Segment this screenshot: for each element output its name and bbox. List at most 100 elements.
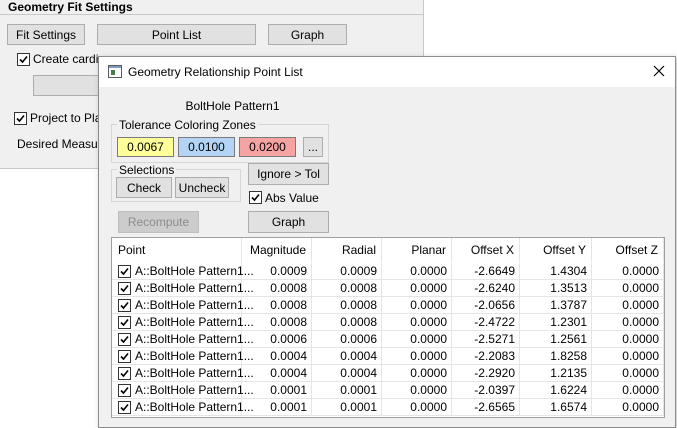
cell-offset-z: 0.0000 [592,314,664,331]
table-row[interactable]: A::BoltHole Pattern1... 0.0009 0.0009 0.000… [112,263,664,280]
cell-point: A::BoltHole Pattern1... [112,348,254,365]
table-row[interactable]: A::BoltHole Pattern1... 0.0008 0.0008 0.000… [112,280,664,297]
row-checkbox[interactable] [118,316,131,329]
cell-point: A::BoltHole Pattern1... [112,263,254,280]
divider [0,14,423,15]
cell-offset-z: 0.0000 [592,382,664,399]
cell-radial: 0.0004 [312,348,382,365]
recompute-button[interactable]: Recompute [118,211,199,233]
cell-offset-z: 0.0000 [592,365,664,382]
table-row[interactable]: A::BoltHole Pattern1... 0.0006 0.0006 0.000… [112,331,664,348]
point-name: A::BoltHole Pattern1... [135,349,254,363]
checkmark-icon [120,403,129,412]
create-cardin-label: Create cardin [33,52,106,66]
point-name: A::BoltHole Pattern1... [135,315,254,329]
column-header-planar[interactable]: Planar [382,238,452,262]
tolerance-zone-3[interactable]: 0.0200 [239,137,296,157]
graph-button[interactable]: Graph [268,24,347,45]
abs-value-checkbox[interactable] [249,191,262,204]
cell-magnitude: 0.0008 [242,280,312,297]
fit-settings-button[interactable]: Fit Settings [7,24,85,45]
point-list-dialog: Geometry Relationship Point List BoltHol… [98,56,676,428]
row-checkbox[interactable] [118,333,131,346]
column-header-offset-z[interactable]: Offset Z [592,238,664,262]
cell-offset-z: 0.0000 [592,399,664,416]
table-row[interactable]: A::BoltHole Pattern1... 0.0004 0.0004 0.000… [112,348,664,365]
cell-planar: 0.0000 [382,331,452,348]
table-row[interactable]: A::BoltHole Pattern1... 0.0008 0.0008 0.000… [112,297,664,314]
checkmark-icon [251,193,260,202]
row-checkbox[interactable] [118,299,131,312]
column-header-offset-x[interactable]: Offset X [452,238,520,262]
point-name: A::BoltHole Pattern1... [135,298,254,312]
cell-offset-z: 0.0000 [592,297,664,314]
title-bar: Geometry Relationship Point List [99,57,675,87]
cell-radial: 0.0008 [312,314,382,331]
point-name: A::BoltHole Pattern1... [135,281,254,295]
column-header-radial[interactable]: Radial [312,238,382,262]
table-row[interactable]: A::BoltHole Pattern1... 0.0008 0.0008 0.000… [112,314,664,331]
cell-point: A::BoltHole Pattern1... [112,297,254,314]
dialog-title: Geometry Relationship Point List [128,65,303,79]
column-header-magnitude[interactable]: Magnitude [242,238,312,262]
cell-offset-x: -2.6649 [452,263,520,280]
selections-group-label: Selections [117,163,177,177]
cell-offset-x: -2.2083 [452,348,520,365]
checkmark-icon [120,369,129,378]
table-row[interactable]: A::BoltHole Pattern1... 0.0001 0.0001 0.000… [112,399,664,416]
pattern-name: BoltHole Pattern1 [185,99,280,113]
cell-radial: 0.0008 [312,280,382,297]
table-row[interactable]: A::BoltHole Pattern1... 0.0004 0.0004 0.000… [112,365,664,382]
tolerance-zone-1[interactable]: 0.0067 [117,137,174,157]
cell-radial: 0.0006 [312,331,382,348]
close-icon[interactable] [653,65,665,77]
point-name: A::BoltHole Pattern1... [135,383,254,397]
graph-button[interactable]: Graph [248,211,329,233]
tolerance-zone-2[interactable]: 0.0100 [178,137,235,157]
row-checkbox[interactable] [118,367,131,380]
cell-radial: 0.0001 [312,399,382,416]
checkmark-icon [120,352,129,361]
checkmark-icon [120,318,129,327]
cell-offset-x: -2.5271 [452,331,520,348]
cell-planar: 0.0000 [382,348,452,365]
row-checkbox[interactable] [118,401,131,414]
cell-offset-z: 0.0000 [592,348,664,365]
cell-planar: 0.0000 [382,382,452,399]
tolerance-more-button[interactable]: ... [303,137,323,157]
project-to-plan-label: Project to Plan [30,111,109,125]
check-button[interactable]: Check [116,177,172,198]
unlabeled-button[interactable] [33,75,103,96]
point-name: A::BoltHole Pattern1... [135,264,254,278]
cell-offset-x: -2.6240 [452,280,520,297]
row-checkbox[interactable] [118,282,131,295]
table-row[interactable]: A::BoltHole Pattern1... 0.0001 0.0001 0.000… [112,382,664,399]
window-title: Geometry Fit Settings [8,0,133,14]
cell-point: A::BoltHole Pattern1... [112,331,254,348]
cell-offset-x: -2.2920 [452,365,520,382]
row-checkbox[interactable] [118,265,131,278]
project-to-plan-checkbox[interactable] [14,112,27,125]
ignore-tol-button[interactable]: Ignore > Tol [248,163,329,185]
point-name: A::BoltHole Pattern1... [135,400,254,414]
cell-offset-y: 1.2135 [520,365,592,382]
cell-offset-z: 0.0000 [592,263,664,280]
checkmark-icon [120,386,129,395]
row-checkbox[interactable] [118,350,131,363]
point-list-button[interactable]: Point List [97,24,256,45]
cell-offset-y: 1.3513 [520,280,592,297]
cell-planar: 0.0000 [382,297,452,314]
cell-point: A::BoltHole Pattern1... [112,399,254,416]
cell-magnitude: 0.0004 [242,365,312,382]
column-header-point[interactable]: Point [112,238,242,262]
create-cardin-checkbox[interactable] [17,53,30,66]
desired-measure-label: Desired Measure [17,137,109,151]
point-list-table[interactable]: Point Magnitude Radial Planar Offset X Offset… [111,237,665,418]
cell-magnitude: 0.0004 [242,348,312,365]
uncheck-button[interactable]: Uncheck [175,177,229,198]
row-checkbox[interactable] [118,384,131,397]
column-header-offset-y[interactable]: Offset Y [520,238,592,262]
window-app-icon [108,65,122,78]
cell-point: A::BoltHole Pattern1... [112,382,254,399]
cell-planar: 0.0000 [382,263,452,280]
